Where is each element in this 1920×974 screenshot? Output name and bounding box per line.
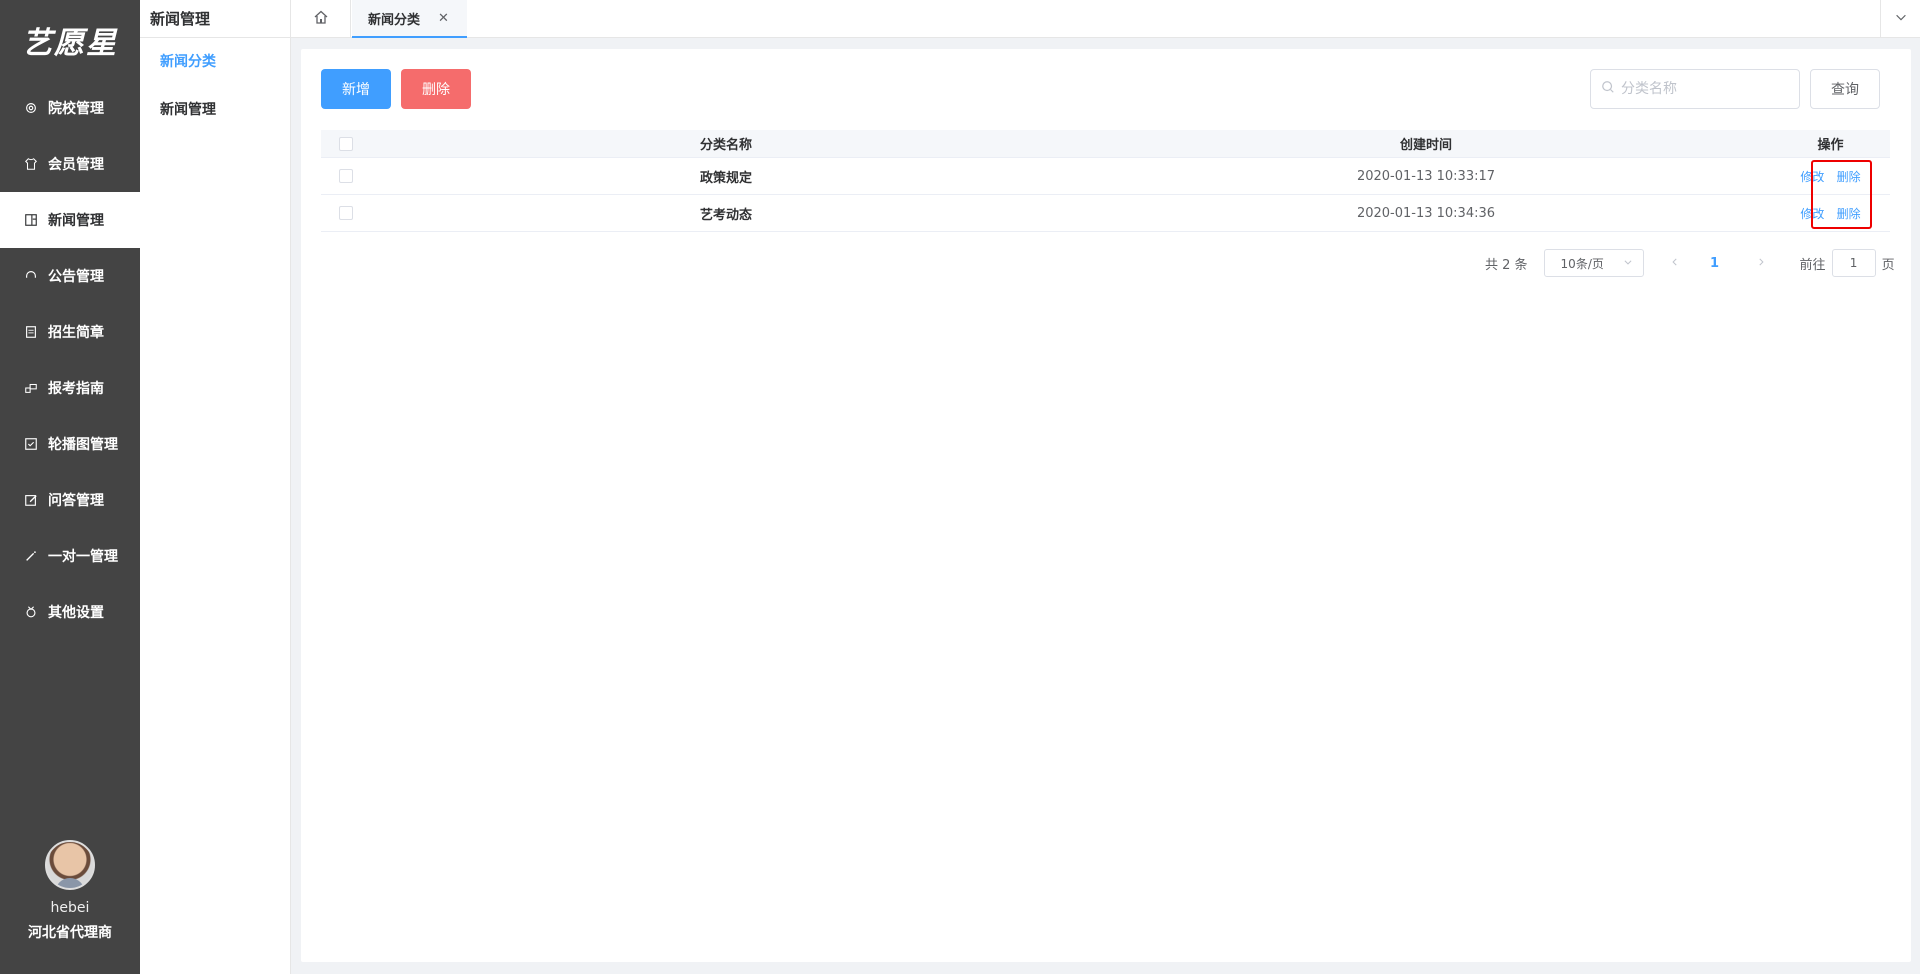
jump-suffix: 页: [1881, 257, 1895, 273]
user-name: hebei: [50, 900, 90, 916]
query-button[interactable]: 查询: [1810, 69, 1880, 109]
subnav-item-news-category[interactable]: 新闻分类: [140, 38, 290, 86]
table-header: 分类名称 创建时间 操作: [321, 130, 1890, 158]
app-logo: 艺愿星: [22, 26, 118, 61]
edit-icon: [24, 493, 38, 507]
search-input[interactable]: [1621, 81, 1791, 97]
close-icon[interactable]: ✕: [438, 11, 449, 26]
headset-icon: [24, 269, 38, 283]
main-panel: 新增 删除 查询 分类名称 创建时间 操作 政策规定 2020-01-13 10…: [301, 49, 1911, 962]
page-size-select[interactable]: 10条/页: [1543, 249, 1644, 277]
delete-button[interactable]: 删除: [401, 69, 471, 109]
sidebar-item-one-on-one[interactable]: 一对一管理: [0, 528, 140, 584]
page-number[interactable]: 1: [1700, 249, 1730, 277]
medal-icon: [24, 605, 38, 619]
sidebar-item-label: 问答管理: [48, 493, 104, 509]
tab-dropdown-button[interactable]: [1880, 0, 1920, 38]
sidebar-item-members[interactable]: 会员管理: [0, 136, 140, 192]
chevron-down-icon: [1623, 256, 1633, 270]
checkbox-icon: [24, 437, 38, 451]
main-sidebar: 艺愿星 院校管理 会员管理 新闻管理 公告管理 招生简章 报考指南 轮播图管理 …: [0, 0, 140, 974]
row-checkbox[interactable]: [339, 169, 353, 183]
sidebar-item-schools[interactable]: 院校管理: [0, 80, 140, 136]
tab-bar: 新闻分类 ✕: [291, 0, 1920, 38]
sidebar-item-carousel[interactable]: 轮播图管理: [0, 416, 140, 472]
table-row: 政策规定 2020-01-13 10:33:17 修改 删除: [321, 158, 1890, 195]
select-all-checkbox[interactable]: [339, 136, 353, 151]
add-button[interactable]: 新增: [321, 69, 391, 109]
user-profile: hebei 河北省代理商: [0, 840, 140, 974]
shirt-icon: [24, 157, 38, 171]
sidebar-item-admissions[interactable]: 招生简章: [0, 304, 140, 360]
sidebar-item-label: 其他设置: [48, 605, 104, 621]
jump-prefix: 前往: [1799, 257, 1826, 273]
chevron-down-icon: [1894, 10, 1908, 28]
column-header-actions: 操作: [1817, 138, 1844, 153]
sidebar-item-label: 招生简章: [48, 325, 104, 341]
sidebar-item-news[interactable]: 新闻管理: [0, 192, 140, 248]
edit-link[interactable]: 修改: [1800, 170, 1824, 184]
prev-page-button[interactable]: [1660, 249, 1690, 277]
sidebar-item-other-settings[interactable]: 其他设置: [0, 584, 140, 640]
category-table: 分类名称 创建时间 操作 政策规定 2020-01-13 10:33:17 修改…: [321, 130, 1890, 232]
gear-icon: [24, 101, 38, 115]
pagination-total: 共 2 条: [1485, 257, 1528, 273]
document-icon: [24, 325, 38, 339]
sidebar-item-qa[interactable]: 问答管理: [0, 472, 140, 528]
created-time: 2020-01-13 10:33:17: [1356, 168, 1496, 184]
home-tab[interactable]: [291, 0, 351, 38]
sidebar-item-label: 报考指南: [48, 381, 104, 397]
created-time: 2020-01-13 10:34:36: [1356, 205, 1496, 221]
guide-icon: [24, 381, 38, 395]
page-jump-input[interactable]: [1831, 249, 1876, 277]
sidebar-item-label: 轮播图管理: [48, 437, 118, 453]
chevron-right-icon: [1756, 256, 1766, 271]
search-box: [1590, 69, 1800, 109]
category-name: 政策规定: [699, 170, 752, 186]
sidebar-item-label: 一对一管理: [48, 549, 118, 565]
delete-link[interactable]: 删除: [1837, 207, 1861, 221]
sidebar-item-label: 院校管理: [48, 101, 104, 117]
secondary-sidebar: 新闻管理 新闻分类 新闻管理: [140, 0, 291, 974]
section-title: 新闻管理: [140, 0, 290, 38]
user-role: 河北省代理商: [28, 925, 112, 941]
row-checkbox[interactable]: [339, 206, 353, 220]
sidebar-item-guide[interactable]: 报考指南: [0, 360, 140, 416]
edit-link[interactable]: 修改: [1800, 207, 1824, 221]
magic-wand-icon: [24, 549, 38, 563]
search-icon: [1601, 80, 1621, 98]
next-page-button[interactable]: [1746, 249, 1776, 277]
news-icon: [24, 213, 38, 227]
home-icon: [313, 9, 329, 29]
pagination: 共 2 条 10条/页 1 前往 页: [1485, 249, 1895, 277]
avatar[interactable]: [45, 840, 95, 890]
chevron-left-icon: [1670, 256, 1680, 271]
category-name: 艺考动态: [699, 207, 752, 223]
sidebar-item-label: 新闻管理: [48, 213, 104, 229]
subnav-item-news-management[interactable]: 新闻管理: [140, 86, 290, 134]
tab-label: 新闻分类: [368, 12, 421, 28]
sidebar-item-label: 会员管理: [48, 157, 104, 173]
tab-news-category[interactable]: 新闻分类 ✕: [352, 0, 467, 38]
sidebar-item-announcements[interactable]: 公告管理: [0, 248, 140, 304]
page-jump: 前往 页: [1800, 249, 1895, 277]
page-size-value: 10条/页: [1560, 256, 1604, 271]
delete-link[interactable]: 删除: [1837, 170, 1861, 184]
column-header-name: 分类名称: [699, 138, 752, 153]
column-header-created: 创建时间: [1399, 138, 1452, 153]
sidebar-item-label: 公告管理: [48, 269, 104, 285]
table-row: 艺考动态 2020-01-13 10:34:36 修改 删除: [321, 195, 1890, 232]
